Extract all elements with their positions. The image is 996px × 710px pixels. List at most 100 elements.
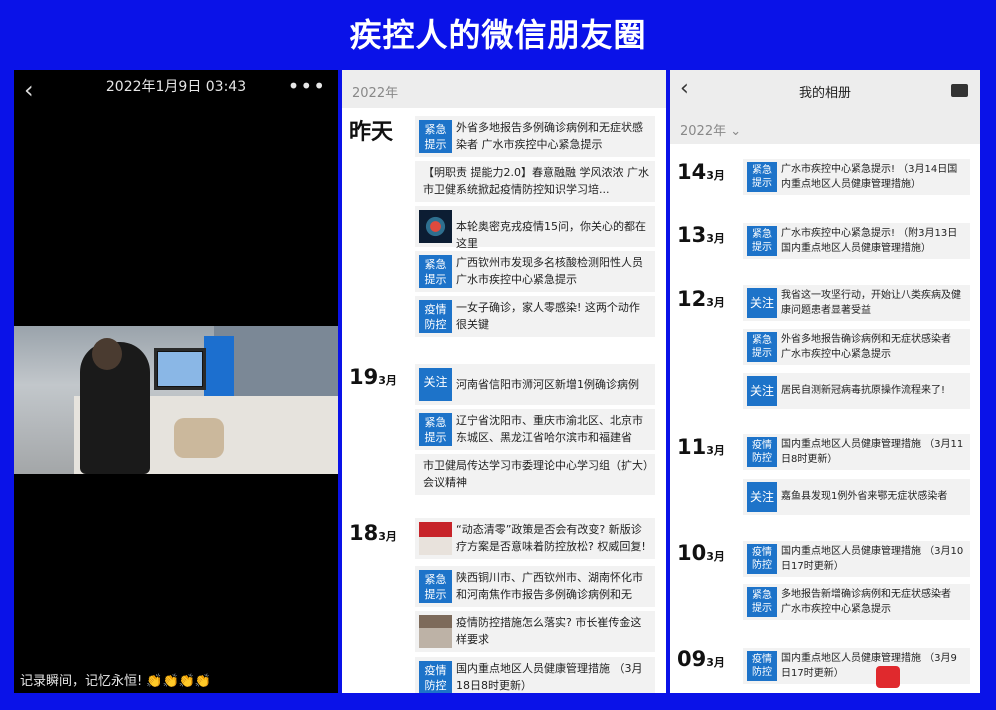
day-month: 3月	[706, 550, 725, 563]
post-text: 多地报告新增确诊病例和无症状感染者 广水市疾控中心紧急提示	[781, 589, 951, 615]
post-item[interactable]: 疫情 防控 国内重点地区人员健康管理措施 （3月10日17时更新）	[743, 541, 970, 577]
post-item[interactable]: 本轮奥密克戎疫情15问，你关心的都在这里	[415, 206, 655, 250]
post-item[interactable]: 紧急提示陕西铜川市、广西钦州市、湖南怀化市和河南焦作市报告多例确诊病例和无症..…	[415, 566, 655, 607]
post-tag: 疫情 防控	[747, 544, 777, 574]
post-text: 广水市疾控中心紧急提示! （3月14日国内重点地区人员健康管理措施）	[781, 164, 958, 190]
moment-photo-panel: ‹ 2022年1月9日 03:43 ••• 记录瞬间，记忆永恒! 👏👏👏👏	[14, 70, 338, 693]
post-item[interactable]: 【明职责 提能力2.0】春意融融 学风浓浓 广水市卫健系统掀起疫情防控知识学习培…	[415, 161, 655, 202]
photo-person-head	[92, 338, 122, 370]
day-month: 3月	[378, 530, 397, 543]
day-month: 3月	[706, 656, 725, 669]
post-text: 国内重点地区人员健康管理措施 （3月11日8时更新）	[781, 439, 964, 465]
post-item[interactable]: 紧急 提示 广水市疾控中心紧急提示! （3月14日国内重点地区人员健康管理措施）	[743, 159, 970, 195]
year-label: 2022年	[352, 86, 399, 101]
day-number: 19	[349, 365, 379, 389]
post-item[interactable]: 紧急 提示 广西钦州市发现多名核酸检测阳性人员 广水市疾控中心紧急提示	[415, 251, 655, 292]
post-item[interactable]: 紧急 提示 外省多地报告多例确诊病例和无症状感染者 广水市疾控中心紧急提示	[415, 116, 655, 157]
day-number: 14	[677, 160, 707, 184]
post-item[interactable]: 紧急 提示 多地报告新增确诊病例和无症状感染者 广水市疾控中心紧急提示	[743, 584, 970, 620]
post-text: 广水市疾控中心紧急提示! （附3月13日国内重点地区人员健康管理措施）	[781, 228, 958, 254]
album-header: ‹ 我的相册	[670, 70, 980, 110]
album-year-bar[interactable]: 2022年 ⌄	[670, 110, 980, 144]
post-tag: 紧急 提示	[747, 226, 777, 256]
post-thumbnail	[419, 522, 452, 555]
post-text: 市卫健局传达学习市委理论中心学习组（扩大）会议精神	[423, 459, 649, 489]
day-number: 12	[677, 287, 707, 311]
day-label: 093月	[677, 647, 725, 671]
album-title: 我的相册	[798, 86, 851, 101]
post-tag: 关注	[419, 368, 452, 401]
post-tag: 紧急 提示	[419, 570, 452, 603]
ellipsis-icon[interactable]: •••	[288, 74, 326, 98]
post-tag: 关注	[747, 482, 777, 512]
day-number: 11	[677, 435, 707, 459]
day-number: 10	[677, 541, 707, 565]
day-number: 09	[677, 647, 707, 671]
photo-screen	[158, 352, 202, 386]
year-bar: 2022年	[342, 70, 666, 108]
post-thumbnail	[419, 210, 452, 243]
day-text: 昨天	[349, 120, 394, 145]
post-text: 外省多地报告确诊病例和无症状感染者 广水市疾控中心紧急提示	[781, 334, 951, 360]
album-panel[interactable]: ‹ 我的相册 2022年 ⌄ 143月 紧急 提示 广水市疾控中心紧急提示! （3月1…	[670, 70, 980, 693]
post-item[interactable]: 关注 居民自测新冠病毒抗原操作流程来了!	[743, 373, 970, 409]
post-text: 陕西铜川市、广西钦州市、湖南怀化市和河南焦作市报告多例确诊病例和无症...	[456, 571, 643, 601]
day-month: 3月	[706, 169, 725, 182]
timeline-panel[interactable]: 2022年 昨天 紧急 提示 外省多地报告多例确诊病例和无症状感染者 广水市疾控中心紧…	[342, 70, 666, 693]
day-label: 昨天	[349, 114, 393, 146]
page-title: 疾控人的微信朋友圈	[349, 16, 647, 54]
post-item[interactable]: 紧急提示辽宁省沈阳市、重庆市渝北区、北京市东城区、黑龙江省哈尔滨市和福建省莆..…	[415, 409, 655, 450]
post-text: 国内重点地区人员健康管理措施 （3月10日17时更新）	[781, 546, 964, 572]
caption-text: 记录瞬间，记忆永恒!	[20, 674, 143, 689]
post-text: 我省这一攻坚行动，开始让八类疾病及健康问题患者显著受益	[781, 290, 961, 316]
day-month: 3月	[706, 232, 725, 245]
day-label: 193月	[349, 365, 397, 389]
post-tag: 疫情 防控	[747, 651, 777, 681]
day-month: 3月	[706, 444, 725, 457]
post-text: 广西钦州市发现多名核酸检测阳性人员 广水市疾控中心紧急提示	[456, 256, 643, 286]
post-item[interactable]: “动态清零”政策是否会有改变? 新版诊疗方案是否意味着防控放松? 权威回复!	[415, 518, 655, 559]
post-text: 外省多地报告多例确诊病例和无症状感染者 广水市疾控中心紧急提示	[456, 121, 643, 151]
watermark-logo-icon	[876, 666, 900, 688]
day-label: 183月	[349, 521, 397, 545]
photo-bag	[174, 418, 224, 458]
day-label: 133月	[677, 223, 725, 247]
day-month: 3月	[378, 374, 397, 387]
message-icon[interactable]	[951, 84, 968, 97]
post-item[interactable]: 疫情 防控 国内重点地区人员健康管理措施 （3月9日17时更新）	[743, 648, 970, 684]
post-text: 嘉鱼县发现1例外省来鄂无症状感染者	[781, 491, 948, 502]
post-item[interactable]: 疫情 防控 国内重点地区人员健康管理措施 （3月18日8时更新）	[415, 657, 655, 693]
post-item[interactable]: 市卫健局传达学习市委理论中心学习组（扩大）会议精神	[415, 454, 655, 495]
post-item[interactable]: 紧急 提示 外省多地报告确诊病例和无症状感染者 广水市疾控中心紧急提示	[743, 329, 970, 365]
post-item[interactable]: 紧急 提示 广水市疾控中心紧急提示! （附3月13日国内重点地区人员健康管理措施）	[743, 223, 970, 259]
post-tag: 紧急 提示	[419, 255, 452, 288]
post-item[interactable]: 关注 河南省信阳市浉河区新增1例确诊病例	[415, 364, 655, 405]
post-item[interactable]: 关注 嘉鱼县发现1例外省来鄂无症状感染者	[743, 479, 970, 515]
post-text: 河南省信阳市浉河区新增1例确诊病例	[456, 378, 639, 391]
post-tag: 疫情 防控	[419, 661, 452, 693]
post-text: 疫情防控措施怎么落实? 市长崔传金这样要求	[456, 616, 642, 646]
post-item[interactable]: 疫情 防控 国内重点地区人员健康管理措施 （3月11日8时更新）	[743, 434, 970, 470]
day-label: 143月	[677, 160, 725, 184]
office-photo[interactable]	[14, 326, 338, 474]
post-item[interactable]: 关注 我省这一攻坚行动，开始让八类疾病及健康问题患者显著受益	[743, 285, 970, 321]
post-text: 国内重点地区人员健康管理措施 （3月9日17时更新）	[781, 653, 957, 679]
post-tag: 紧急 提示	[747, 162, 777, 192]
post-tag: 疫情 防控	[419, 300, 452, 333]
album-year-label: 2022年 ⌄	[680, 124, 742, 139]
post-item[interactable]: 疫情 防控 一女子确诊，家人零感染! 这两个动作很关键	[415, 296, 655, 337]
post-tag: 关注	[747, 288, 777, 318]
day-label: 113月	[677, 435, 725, 459]
post-text: 本轮奥密克戎疫情15问，你关心的都在这里	[456, 220, 646, 250]
day-label: 103月	[677, 541, 725, 565]
post-tag: 紧急 提示	[747, 332, 777, 362]
post-text: “动态清零”政策是否会有改变? 新版诊疗方案是否意味着防控放松? 权威回复!	[456, 523, 646, 553]
day-number: 18	[349, 521, 379, 545]
post-text: 一女子确诊，家人零感染! 这两个动作很关键	[456, 301, 640, 331]
post-text: 【明职责 提能力2.0】春意融融 学风浓浓 广水市卫健系统掀起疫情防控知识学习培…	[423, 166, 649, 196]
photo-top-bar: ‹ 2022年1月9日 03:43 •••	[14, 70, 338, 110]
post-text: 国内重点地区人员健康管理措施 （3月18日8时更新）	[456, 662, 643, 692]
post-item[interactable]: 疫情防控措施怎么落实? 市长崔传金这样要求	[415, 611, 655, 652]
clap-icon: 👏👏👏👏	[146, 674, 212, 689]
photo-caption: 记录瞬间，记忆永恒! 👏👏👏👏	[20, 670, 211, 689]
